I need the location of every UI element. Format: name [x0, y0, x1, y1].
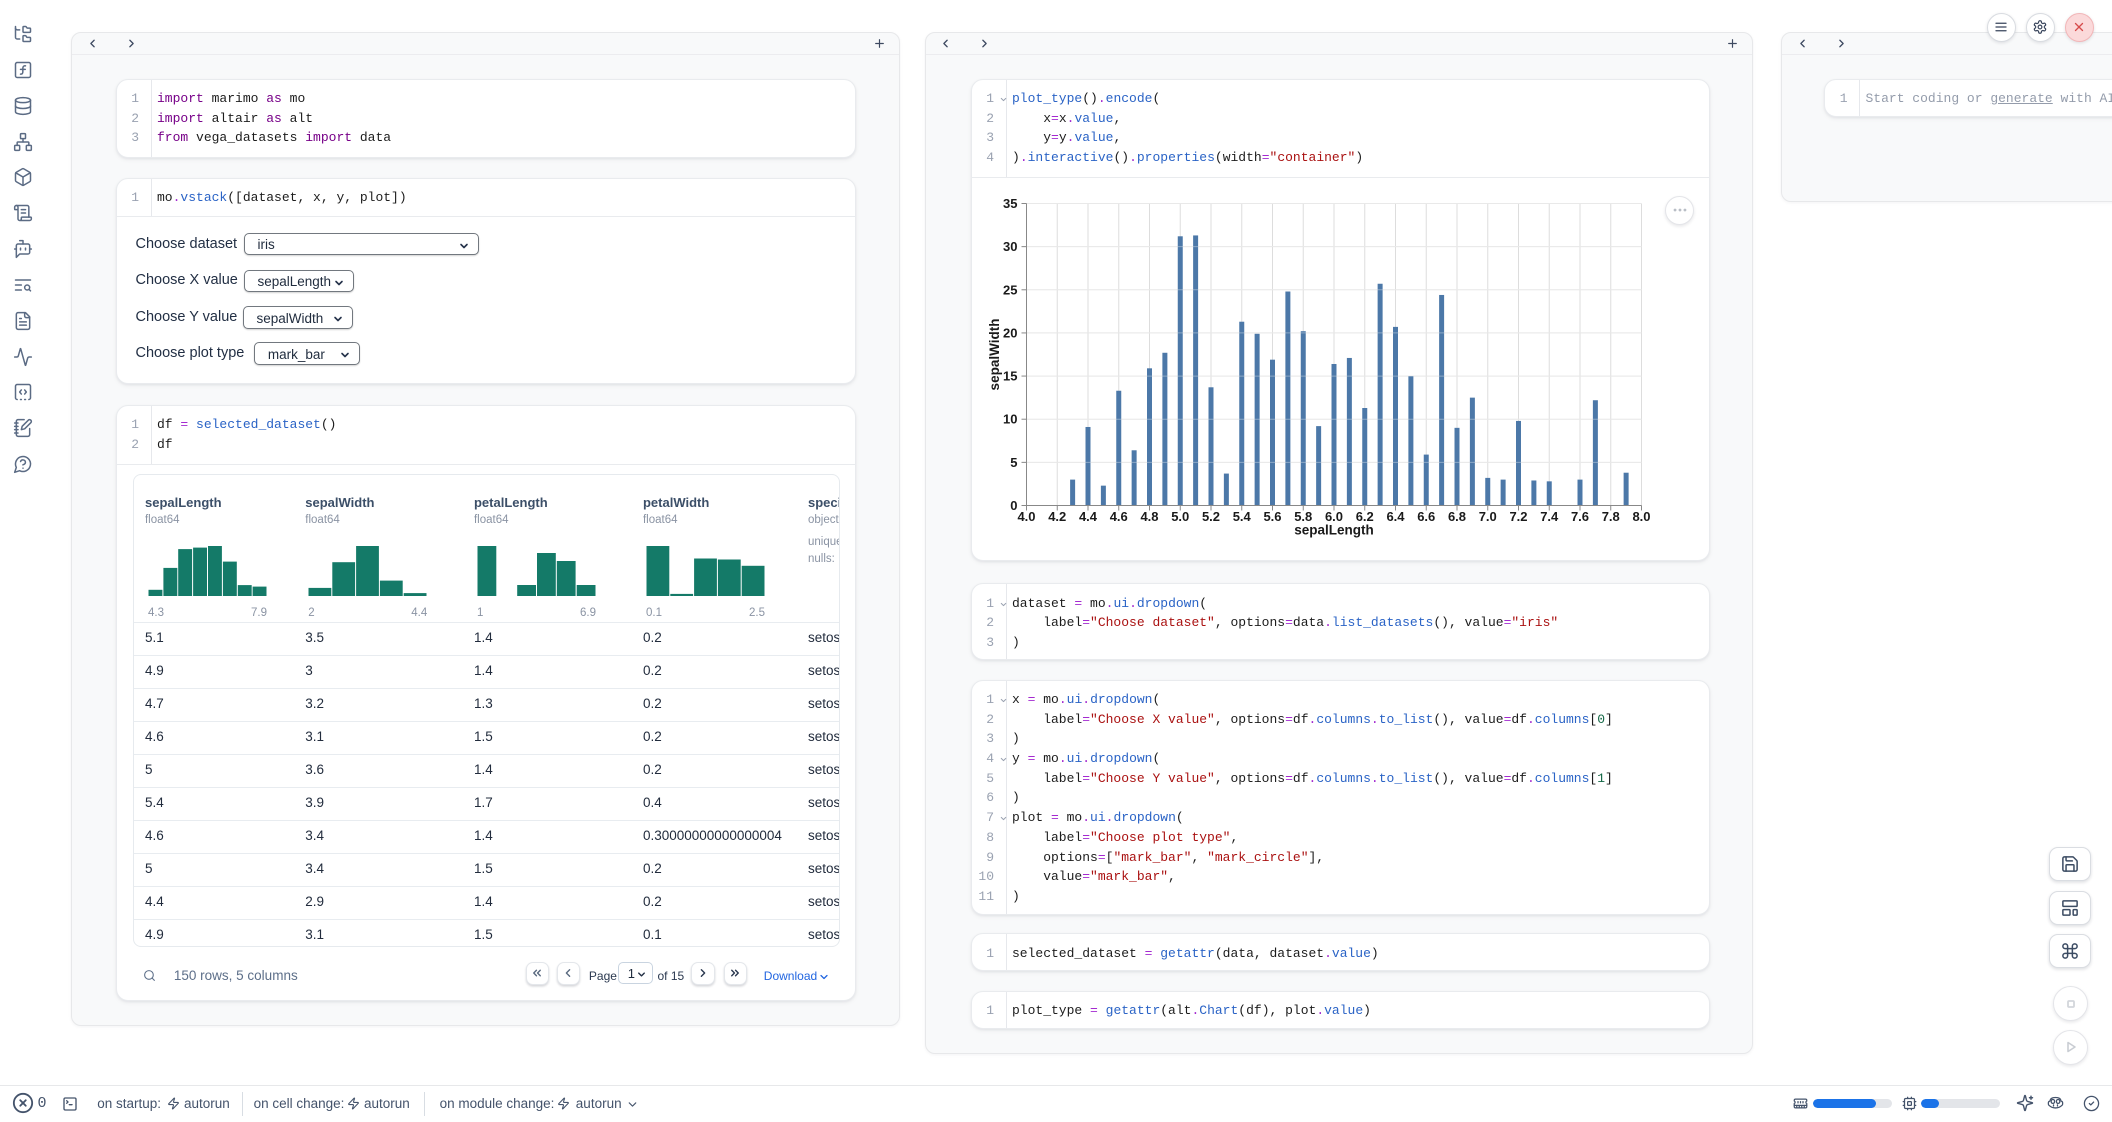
svg-text:7.2: 7.2	[1509, 509, 1527, 524]
svg-text:7.4: 7.4	[1540, 509, 1559, 524]
svg-text:6.8: 6.8	[1447, 509, 1465, 524]
svg-text:5: 5	[1010, 455, 1017, 470]
svg-text:4.6: 4.6	[1109, 509, 1127, 524]
svg-text:35: 35	[1003, 196, 1017, 211]
svg-text:sepalLength: sepalLength	[1294, 523, 1374, 538]
svg-text:5.0: 5.0	[1171, 509, 1189, 524]
svg-text:6.4: 6.4	[1386, 509, 1405, 524]
svg-text:4.2: 4.2	[1048, 509, 1066, 524]
svg-text:sepalWidth: sepalWidth	[987, 319, 1002, 391]
svg-text:8.0: 8.0	[1632, 509, 1650, 524]
svg-text:4.4: 4.4	[1078, 509, 1097, 524]
svg-text:5.6: 5.6	[1263, 509, 1281, 524]
svg-text:10: 10	[1003, 412, 1017, 427]
svg-text:20: 20	[1003, 325, 1017, 340]
svg-text:7.8: 7.8	[1601, 509, 1619, 524]
svg-text:30: 30	[1003, 239, 1017, 254]
svg-text:0: 0	[1010, 498, 1017, 513]
svg-text:5.4: 5.4	[1232, 509, 1251, 524]
svg-text:6.6: 6.6	[1417, 509, 1435, 524]
svg-text:4.8: 4.8	[1140, 509, 1158, 524]
svg-text:7.6: 7.6	[1570, 509, 1588, 524]
svg-text:4.0: 4.0	[1017, 509, 1035, 524]
svg-text:15: 15	[1003, 369, 1017, 384]
svg-text:7.0: 7.0	[1478, 509, 1496, 524]
svg-text:25: 25	[1003, 282, 1017, 297]
svg-text:5.2: 5.2	[1201, 509, 1219, 524]
